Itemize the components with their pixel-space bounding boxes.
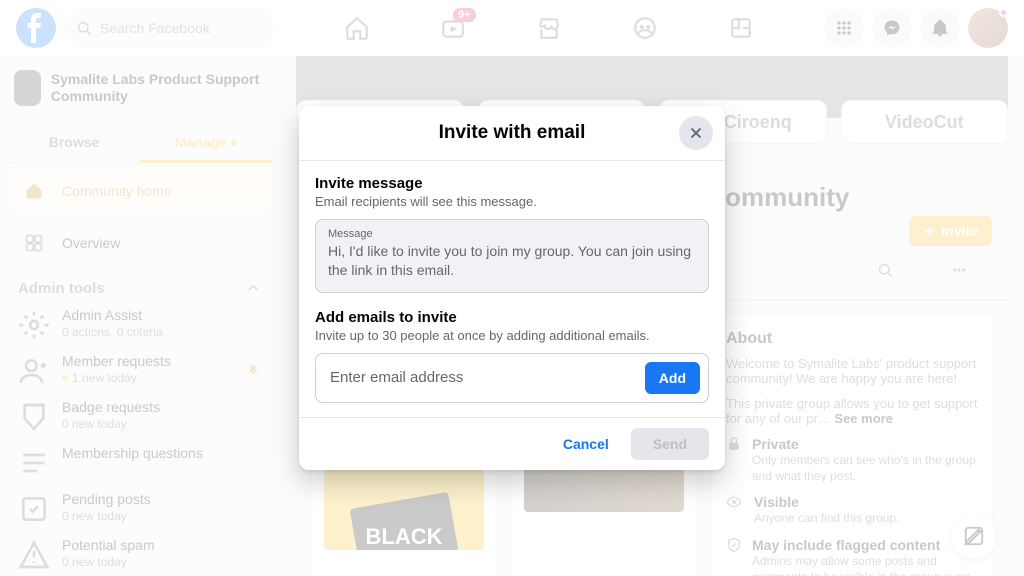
send-button[interactable]: Send: [631, 428, 709, 460]
add-emails-heading: Add emails to invite: [315, 309, 709, 326]
cancel-button[interactable]: Cancel: [549, 428, 623, 460]
add-email-button[interactable]: Add: [645, 362, 700, 394]
invite-email-modal: Invite with email Invite message Email r…: [299, 106, 725, 470]
modal-overlay: Invite with email Invite message Email r…: [0, 0, 1024, 576]
invite-message-heading: Invite message: [315, 175, 709, 192]
close-button[interactable]: [679, 116, 713, 150]
message-label: Message: [328, 228, 696, 240]
invite-message-sub: Email recipients will see this message.: [315, 194, 709, 209]
close-icon: [687, 124, 705, 142]
invite-message-field[interactable]: Message Hi, I'd like to invite you to jo…: [315, 219, 709, 293]
post-image-text: BLACK: [366, 524, 443, 550]
email-input[interactable]: [324, 363, 637, 392]
message-text: Hi, I'd like to invite you to join my gr…: [328, 242, 696, 280]
email-input-row: Add: [315, 353, 709, 403]
add-emails-sub: Invite up to 30 people at once by adding…: [315, 328, 709, 343]
modal-title: Invite with email: [315, 122, 709, 144]
